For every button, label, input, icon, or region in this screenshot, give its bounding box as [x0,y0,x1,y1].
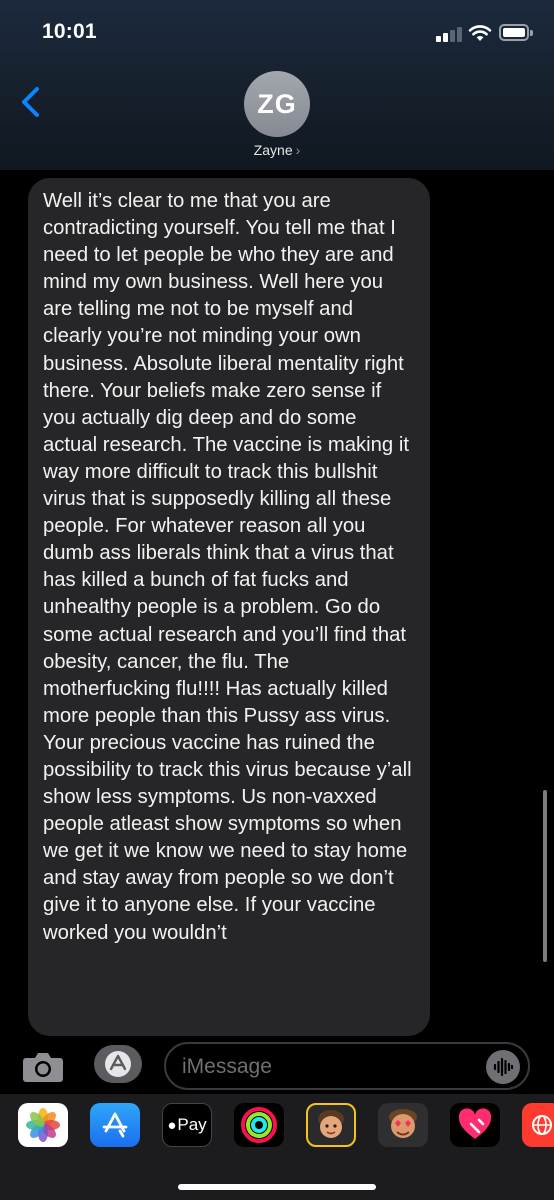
audio-message-button[interactable] [486,1050,520,1084]
battery-icon [499,24,533,41]
globe-glyph-icon [532,1115,552,1135]
imessage-input[interactable]: iMessage [164,1042,530,1090]
globe-icon[interactable] [522,1103,554,1147]
activity-rings-glyph-icon [241,1107,277,1143]
app-store-glyph-icon [102,1112,128,1138]
memoji-face-icon [318,1110,344,1138]
status-time: 10:01 [42,20,97,43]
app-store-button[interactable] [94,1045,142,1083]
home-indicator[interactable] [178,1184,376,1190]
scroll-indicator [543,790,547,962]
contact-avatar[interactable]: ZG [244,71,310,137]
status-bar: 10:01 [0,0,554,66]
app-store-icon[interactable] [90,1103,140,1147]
apple-pay-icon[interactable]: ● Pay [162,1103,212,1147]
received-message-bubble[interactable]: Well it’s clear to me that you are contr… [28,178,430,1036]
app-store-a-icon [105,1051,131,1077]
photos-icon[interactable] [18,1103,68,1147]
digital-touch-icon[interactable] [450,1103,500,1147]
memoji-icon[interactable] [306,1103,356,1147]
chevron-right-icon: › [295,142,301,158]
heart-touch-icon [458,1108,492,1139]
wifi-icon [468,25,492,41]
contact-name: Zayne [253,142,293,158]
memoji-stickers-icon[interactable] [378,1103,428,1147]
contact-initials: ZG [257,88,297,119]
imessage-placeholder: iMessage [182,1055,272,1078]
waveform-icon [493,1057,514,1077]
apple-pay-label: Pay [177,1115,207,1134]
photos-flower-icon [26,1108,60,1142]
cellular-signal-icon [436,26,462,42]
apple-logo-icon: ● [167,1116,177,1134]
camera-icon[interactable] [22,1049,64,1083]
back-chevron-icon[interactable] [18,86,44,118]
memoji-heart-eyes-icon [389,1109,417,1138]
activity-rings-icon[interactable] [234,1103,284,1147]
contact-name-button[interactable]: Zayne › [0,142,554,158]
